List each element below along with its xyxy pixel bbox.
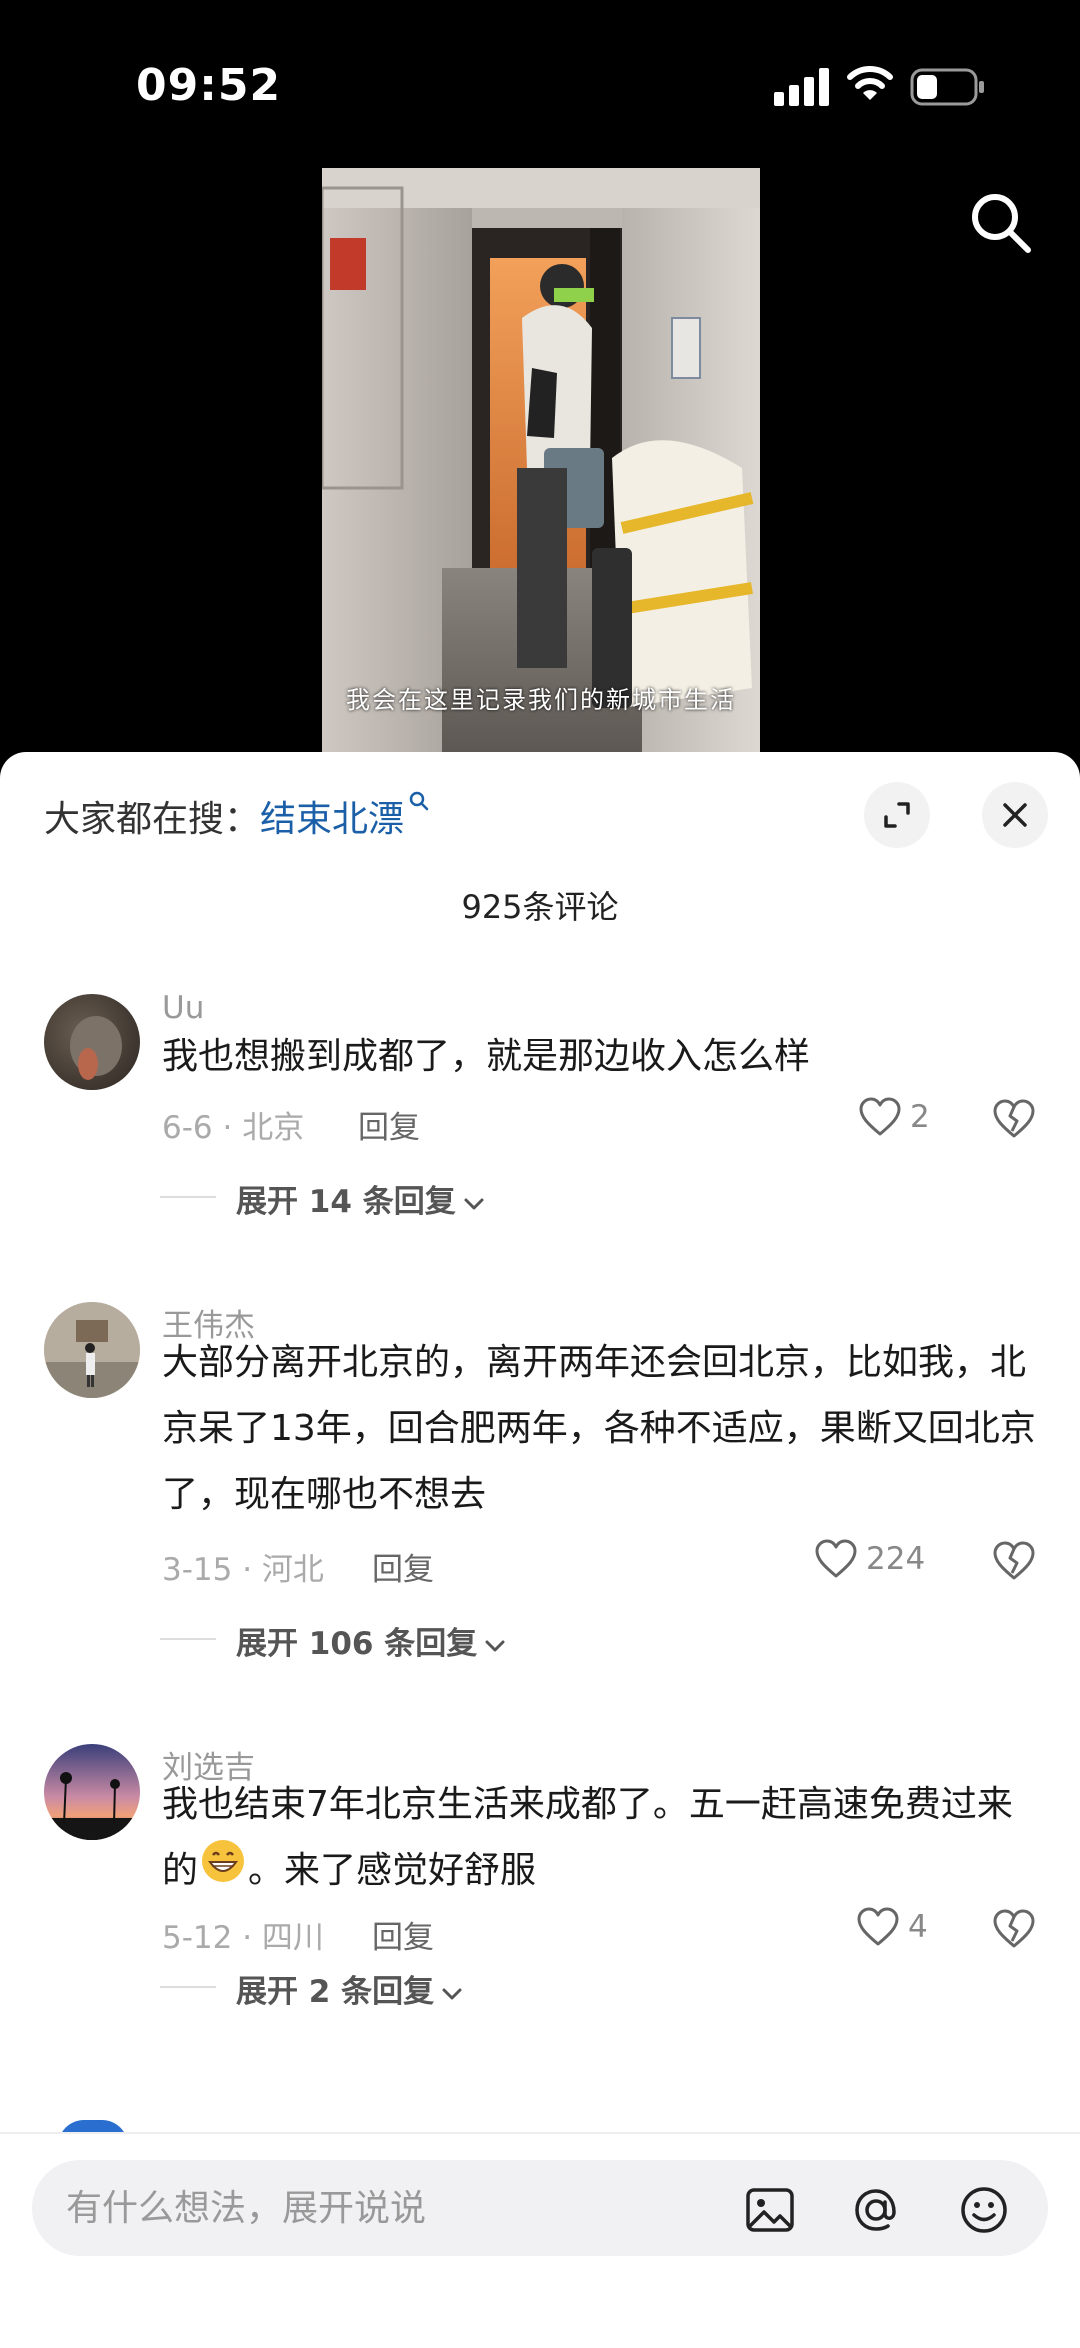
hot-search-bar[interactable]: 大家都在搜：结束北漂 [44, 790, 430, 842]
like-count: 2 [910, 1099, 930, 1135]
comment-item: 王伟杰 大部分离开北京的，离开两年还会回北京，比如我，北京呆了13年，回合肥两年… [0, 1300, 1080, 1680]
avatar[interactable] [44, 1302, 140, 1398]
avatar-image [70, 1016, 122, 1080]
video-player[interactable]: 我会在这里记录我们的新城市生活 [322, 168, 760, 752]
avatar-image [44, 1744, 140, 1840]
like-button[interactable]: 224 [814, 1538, 925, 1580]
comment-count: 925条评论 [461, 888, 619, 926]
expand-replies-label: 展开 2 条回复 [236, 1974, 435, 2010]
comment-meta: 5-12 · 四川 [162, 1920, 324, 1956]
wifi-icon [847, 66, 893, 100]
comment-text: 我也结束7年北京生活来成都了。五一赶高速免费过来的 。来了感觉好舒服 [162, 1772, 1042, 1906]
like-count: 4 [908, 1909, 928, 1945]
heart-icon [857, 1907, 899, 1946]
heart-icon [815, 1539, 857, 1578]
comments-sheet: 大家都在搜：结束北漂 925条评论 Uu 我也想搬到成都了，就是那边收入怎么样 … [0, 752, 1080, 2348]
comment-item: 刘选吉 我也结束7年北京生活来成都了。五一赶高速免费过来的 。来了感觉好舒服 5-… [0, 1742, 1080, 2072]
expand-icon [884, 802, 910, 828]
broken-heart-icon[interactable] [992, 1908, 1036, 1950]
avatar-image [44, 1302, 140, 1398]
divider-line [160, 1638, 216, 1640]
expand-replies-button[interactable]: 展开 14 条回复 [236, 1176, 486, 1221]
chevron-down-icon [442, 1988, 462, 1999]
hot-search-prefix: 大家都在搜： [44, 799, 261, 840]
fullscreen-comments-button[interactable] [864, 782, 930, 848]
avatar[interactable] [44, 994, 140, 1090]
comment-input-bar [0, 2132, 1080, 2348]
emoji-icon[interactable] [956, 2182, 1012, 2238]
reply-button[interactable]: 回复 [372, 1912, 434, 1957]
like-button[interactable]: 2 [858, 1096, 930, 1138]
video-frame-image [322, 168, 760, 752]
expand-replies-button[interactable]: 展开 106 条回复 [236, 1618, 507, 1663]
divider-line [160, 1196, 216, 1198]
broken-heart-icon[interactable] [992, 1098, 1036, 1140]
comment-text: 大部分离开北京的，离开两年还会回北京，比如我，北京呆了13年，回合肥两年，各种不… [162, 1342, 1036, 1515]
like-button[interactable]: 4 [856, 1906, 928, 1948]
hot-search-keyword[interactable]: 结束北漂 [260, 799, 404, 840]
status-bar: 09:52 [0, 0, 1080, 150]
comment-item: Uu 我也想搬到成都了，就是那边收入怎么样 6-6 · 北京 回复 2 展开 1… [0, 990, 1080, 1250]
reply-button[interactable]: 回复 [372, 1544, 434, 1589]
at-icon[interactable] [848, 2182, 904, 2238]
divider-line [160, 1986, 216, 1988]
expand-replies-label: 展开 106 条回复 [236, 1626, 478, 1662]
cellular-signal-icon [774, 68, 830, 106]
heart-icon [859, 1097, 901, 1136]
expand-replies-button[interactable]: 展开 2 条回复 [236, 1966, 464, 2011]
chevron-down-icon [485, 1640, 505, 1651]
comment-input-container[interactable] [32, 2160, 1048, 2256]
image-icon[interactable] [742, 2182, 798, 2238]
battery-icon [910, 68, 984, 106]
close-icon [1003, 803, 1027, 827]
search-keyword-icon [409, 791, 429, 811]
search-icon[interactable] [966, 188, 1036, 258]
comment-input[interactable] [66, 2174, 746, 2242]
expand-replies-label: 展开 14 条回复 [236, 1184, 456, 1220]
comment-text: 我也想搬到成都了，就是那边收入怎么样 [162, 1036, 811, 1077]
chevron-down-icon [464, 1198, 484, 1209]
close-comments-button[interactable] [982, 782, 1048, 848]
comment-text-part: 。来了感觉好舒服 [248, 1850, 537, 1891]
like-count: 224 [866, 1541, 926, 1577]
comment-username[interactable]: Uu [162, 990, 204, 1026]
comment-meta: 6-6 · 北京 [162, 1110, 305, 1146]
video-caption: 我会在这里记录我们的新城市生活 [346, 686, 736, 714]
status-time: 09:52 [136, 60, 282, 111]
grin-emoji-icon [200, 1838, 246, 1906]
reply-button[interactable]: 回复 [358, 1102, 420, 1147]
avatar[interactable] [44, 1744, 140, 1840]
broken-heart-icon[interactable] [992, 1540, 1036, 1582]
comment-meta: 3-15 · 河北 [162, 1552, 324, 1588]
